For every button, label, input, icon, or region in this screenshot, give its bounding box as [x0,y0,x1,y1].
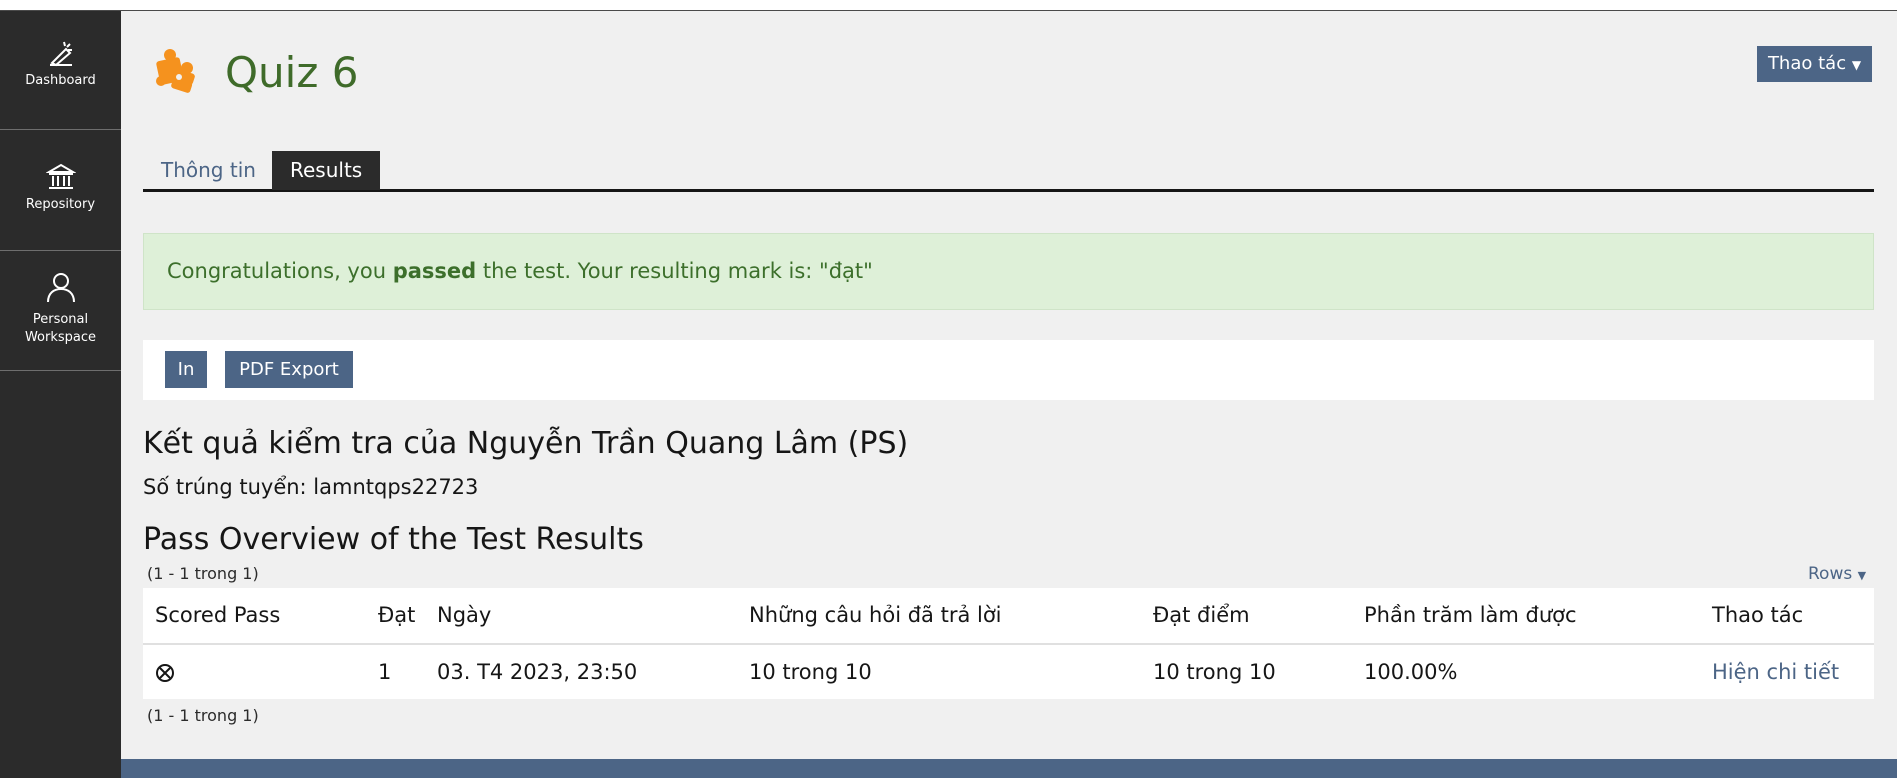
top-border [0,0,1897,11]
actions-dropdown-label: Thao tác [1767,53,1847,74]
sidebar: Dashboard Repository Personal Workspace [0,11,121,778]
sidebar-item-label: Personal Workspace [24,312,97,345]
puzzle-icon [151,47,201,99]
results-table: Scored Pass Đạt Ngày Những câu hỏi đã tr… [143,588,1874,699]
sidebar-item-label: Repository [25,197,96,212]
sidebar-item-repository[interactable]: Repository [0,130,121,251]
pdf-export-button[interactable]: PDF Export [225,351,353,388]
rows-dropdown[interactable]: Rows ▼ [1808,563,1866,587]
chevron-down-icon: ▼ [1857,569,1867,582]
show-details-link[interactable]: Hiện chi tiết [1712,645,1839,699]
answered-cell: 10 trong 10 [749,660,872,684]
tab-results[interactable]: Results [272,151,381,190]
student-id: Số trúng tuyển: lamntqps22723 [143,475,479,499]
alert-text-prefix: Congratulations, you [167,259,393,283]
table-row: 1 03. T4 2023, 23:50 10 trong 10 10 tron… [143,645,1874,699]
column-header[interactable]: Scored Pass [155,588,280,643]
column-header[interactable]: Đạt điểm [1153,588,1250,643]
sidebar-item-personal-workspace[interactable]: Personal Workspace [0,251,121,371]
main-content: Quiz 6 Thao tác ▼ Thông tin Results Cong… [121,11,1897,778]
sidebar-item-label: Dashboard [25,73,96,88]
tab-bar: Thông tin Results [143,140,1874,192]
dashboard-icon [0,38,121,72]
results-heading: Kết quả kiểm tra của Nguyễn Trần Quang L… [143,426,909,461]
rows-dropdown-label: Rows [1808,564,1853,584]
success-alert: Congratulations, you passed the test. Yo… [143,233,1874,310]
column-header[interactable]: Đạt [378,588,415,643]
circle-x-icon [155,645,175,699]
column-header: Thao tác [1712,603,1804,627]
pagination-info-top: (1 - 1 trong 1) [147,564,259,583]
repository-icon [0,162,121,196]
percent-cell: 100.00% [1364,660,1458,684]
alert-text-suffix: the test. Your resulting mark is: "đạt" [476,259,873,283]
export-toolbar: In PDF Export [143,340,1874,400]
column-header[interactable]: Ngày [437,588,491,643]
column-header[interactable]: Phần trăm làm được [1364,588,1577,643]
overview-heading: Pass Overview of the Test Results [143,522,644,557]
print-button[interactable]: In [165,351,207,388]
date-cell: 03. T4 2023, 23:50 [437,660,638,684]
column-header[interactable]: Những câu hỏi đã trả lời [749,588,1002,643]
footer-bar [121,759,1897,778]
table-header: Scored Pass Đạt Ngày Những câu hỏi đã tr… [143,588,1874,645]
pass-count: 1 [378,660,392,684]
pagination-info-bottom: (1 - 1 trong 1) [147,706,259,725]
page-title: Quiz 6 [225,48,359,97]
score-cell: 10 trong 10 [1153,660,1276,684]
chevron-down-icon: ▼ [1851,58,1862,72]
tab-thong-tin[interactable]: Thông tin [143,151,274,190]
actions-dropdown-button[interactable]: Thao tác ▼ [1757,46,1872,82]
user-icon [0,271,121,307]
sidebar-item-dashboard[interactable]: Dashboard [0,11,121,130]
alert-text-bold: passed [392,259,477,283]
